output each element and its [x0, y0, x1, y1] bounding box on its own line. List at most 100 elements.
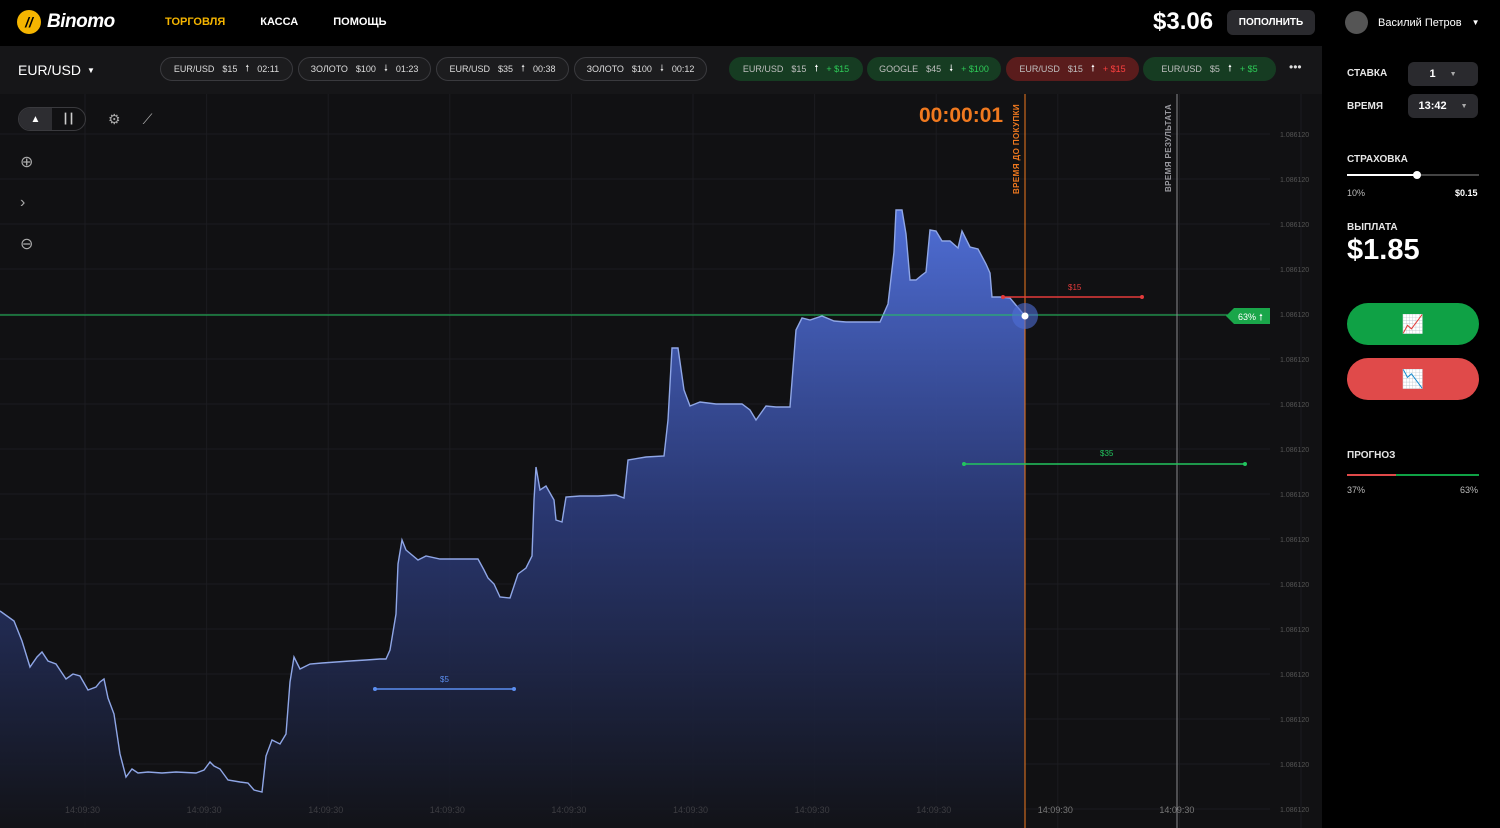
insurance-slider-knob[interactable]	[1412, 171, 1421, 179]
trade-marker-label: $15	[1068, 283, 1082, 292]
trade-asset: GOOGLE	[879, 64, 919, 74]
trend-up-icon: 📈	[1401, 313, 1425, 334]
asset-name: EUR/USD	[18, 62, 82, 78]
chevron-down-icon: ▼	[1449, 70, 1457, 78]
price-axis-label: 1.086120	[1280, 492, 1309, 499]
price-axis-label: 1.086120	[1280, 312, 1309, 319]
open-trade-chip[interactable]: ЗОЛОТО $100 🠗 01:23	[298, 57, 431, 81]
chevron-right-icon[interactable]: ›	[20, 194, 33, 212]
chart-area[interactable]: 63% 🠕 ВРЕМЯ ДО ПОКУПКИ ВРЕМЯ РЕЗУЛЬТАТА …	[0, 94, 1322, 828]
time-axis-label: 14:09:30	[551, 805, 586, 815]
time-axis-label: 14:09:30	[430, 805, 465, 815]
price-area	[0, 210, 1025, 828]
trade-asset: EUR/USD	[173, 64, 215, 74]
main-nav: ТОРГОВЛЯ КАССА ПОМОЩЬ	[165, 16, 387, 28]
forecast-down-bar	[1347, 474, 1396, 476]
price-axis-label: 1.086120	[1280, 672, 1309, 679]
insurance-value: $0.15	[1455, 188, 1478, 198]
open-trade-chip[interactable]: EUR/USD $35 🠕 00:38	[436, 57, 569, 81]
trade-asset: EUR/USD	[449, 64, 491, 74]
arrow-down-icon: 🠗	[659, 63, 664, 73]
trade-amount: $15	[1067, 64, 1083, 74]
closed-trade-chip[interactable]: EUR/USD $5 🠕 + $5	[1143, 57, 1276, 81]
forecast-label: ПРОГНОЗ	[1347, 450, 1396, 461]
payout-label: ВЫПЛАТА	[1347, 222, 1398, 233]
stake-value: 1	[1429, 68, 1436, 80]
nav-cashier[interactable]: КАССА	[260, 16, 298, 28]
open-trade-chip[interactable]: EUR/USD $15 🠕 02:11	[160, 57, 293, 81]
open-trade-chip[interactable]: ЗОЛОТО $100 🠗 00:12	[574, 57, 707, 81]
trade-time: 01:23	[395, 64, 419, 74]
arrow-up-icon: 🠕	[521, 63, 525, 73]
nav-trading[interactable]: ТОРГОВЛЯ	[165, 16, 225, 28]
chart-type-switch[interactable]: ▲ ┃┃	[18, 107, 86, 131]
zoom-in-icon[interactable]: ⊕	[20, 152, 33, 172]
purchase-time-label: ВРЕМЯ ДО ПОКУПКИ	[1012, 104, 1021, 194]
arrow-down-icon: 🠗	[383, 63, 388, 73]
time-axis-label: 14:09:30	[916, 805, 951, 815]
logo-icon: //	[17, 10, 41, 34]
asset-selector[interactable]: EUR/USD ▼	[18, 62, 95, 78]
price-axis-label: 1.086120	[1280, 357, 1309, 364]
buy-down-button[interactable]: 📉	[1347, 358, 1479, 400]
forecast-up-bar	[1395, 474, 1479, 476]
trend-down-icon: 📉	[1401, 368, 1425, 389]
closed-trade-chip[interactable]: EUR/USD $15 🠕 + $15	[1006, 57, 1139, 81]
trade-time: 02:11	[257, 64, 280, 74]
trade-asset: ЗОЛОТО	[310, 64, 348, 74]
account-balance: $3.06	[1153, 8, 1214, 35]
price-axis-label: 1.086120	[1280, 582, 1309, 589]
area-chart-icon[interactable]: ▲	[19, 108, 52, 130]
insurance-slider-fill	[1347, 174, 1417, 176]
trade-time: 00:12	[671, 64, 695, 74]
chevron-down-icon: ▼	[87, 65, 95, 75]
trade-marker-label: $35	[1100, 449, 1114, 458]
zoom-tools: ⊕ › ⊖	[20, 152, 33, 254]
deposit-button[interactable]: ПОПОЛНИТЬ	[1227, 10, 1315, 35]
zoom-out-icon[interactable]: ⊖	[20, 234, 33, 254]
asset-bar: EUR/USD ▼ EUR/USD $15 🠕 02:11 ЗОЛОТО $10…	[0, 46, 1322, 94]
price-axis-label: 1.086120	[1280, 807, 1309, 814]
arrow-up-icon: 🠕	[245, 63, 250, 73]
chevron-down-icon: ▼	[1471, 18, 1480, 27]
price-axis-label: 1.086120	[1280, 222, 1309, 229]
trade-amount: $100	[631, 64, 652, 74]
stake-select[interactable]: 1 ▼	[1408, 62, 1478, 86]
price-chart: 63% 🠕 ВРЕМЯ ДО ПОКУПКИ ВРЕМЯ РЕЗУЛЬТАТА …	[0, 94, 1309, 828]
closed-trade-chip[interactable]: GOOGLE $45 🠗 + $100	[867, 57, 1001, 81]
current-badge-text: 63%	[1238, 312, 1256, 322]
avatar	[1345, 11, 1368, 34]
top-navigation: // Binomo ТОРГОВЛЯ КАССА ПОМОЩЬ $3.06 ПО…	[0, 0, 1500, 46]
closed-trade-chip[interactable]: EUR/USD $15 🠕 + $15	[729, 57, 863, 81]
trade-result: + $100	[961, 64, 989, 74]
price-axis-label: 1.086120	[1280, 267, 1309, 274]
brand-logo[interactable]: // Binomo	[17, 10, 115, 34]
more-icon[interactable]: •••	[1289, 60, 1302, 74]
arrow-up-icon: 🠕	[1259, 312, 1263, 322]
candles-chart-icon[interactable]: ┃┃	[52, 108, 85, 130]
price-axis-label: 1.086120	[1280, 717, 1309, 724]
price-axis-label: 1.086120	[1280, 132, 1309, 139]
insurance-percent: 10%	[1347, 188, 1366, 198]
trade-time: 00:38	[532, 64, 556, 74]
current-price-badge: 63% 🠕	[1226, 308, 1270, 324]
indicator-icon[interactable]: ⟋	[143, 111, 153, 128]
current-point	[1021, 312, 1029, 320]
trade-asset: ЗОЛОТО	[586, 64, 624, 74]
time-axis-label: 14:09:30	[65, 805, 100, 815]
nav-help[interactable]: ПОМОЩЬ	[333, 16, 386, 28]
stake-label: СТАВКА	[1347, 68, 1388, 79]
time-axis-label: 14:09:30	[308, 805, 343, 815]
time-select[interactable]: 13:42 ▼	[1408, 94, 1478, 118]
forecast-up: 63%	[1460, 485, 1479, 495]
buy-up-button[interactable]: 📈	[1347, 303, 1479, 345]
user-menu[interactable]: Василий Петров ▼	[1345, 11, 1480, 34]
trade-asset: EUR/USD	[1161, 64, 1202, 74]
arrow-down-icon: 🠗	[949, 63, 954, 73]
arrow-up-icon: 🠕	[1090, 63, 1095, 73]
time-axis-label: 14:09:30	[673, 805, 708, 815]
time-axis-label: 14:09:30	[1159, 805, 1194, 815]
gear-icon[interactable]: ⚙	[108, 111, 121, 128]
trade-result: + $15	[826, 64, 850, 74]
time-axis-label: 14:09:30	[795, 805, 830, 815]
